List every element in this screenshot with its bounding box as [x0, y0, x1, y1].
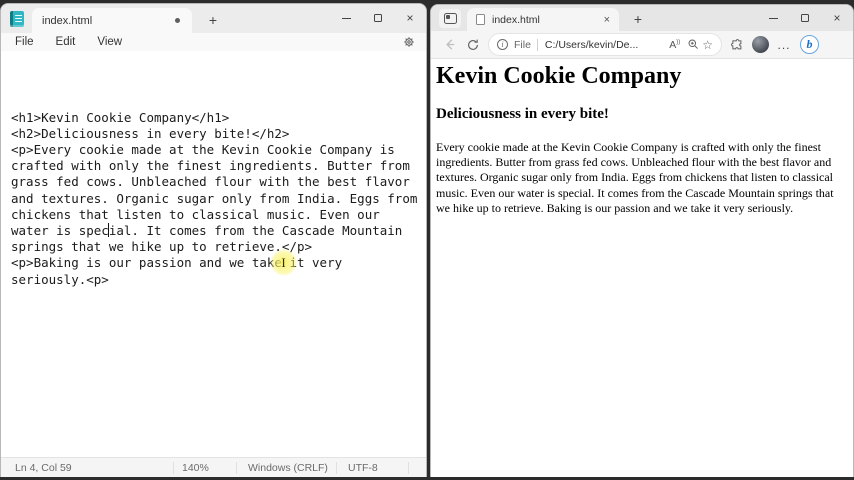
encoding-status[interactable]: UTF-8 — [348, 462, 378, 474]
code-line: <p>Every cookie made at the Kevin Cookie… — [11, 142, 395, 158]
tab-actions-menu-button[interactable] — [439, 9, 461, 28]
settings-menu-button[interactable]: ... — [772, 33, 796, 57]
page-subheading: Deliciousness in every bite! — [436, 106, 609, 122]
notepad-editor[interactable]: <h1>Kevin Cookie Company</h1> <h2>Delicio… — [1, 51, 426, 457]
address-separator — [536, 38, 538, 51]
code-line: and textures. Organic sugar only from In… — [11, 190, 418, 206]
minimize-button[interactable] — [757, 5, 789, 32]
info-icon[interactable]: i — [497, 39, 508, 50]
code-line: springs that we hike up to retrieve.</p> — [11, 239, 313, 255]
code-line: seriously.<p> — [11, 271, 109, 287]
file-scheme-badge: File — [514, 38, 531, 51]
close-button[interactable]: × — [394, 4, 426, 32]
maximize-icon — [801, 14, 809, 22]
notepad-app-icon — [10, 11, 24, 27]
cursor-position-status: Ln 4, Col 59 — [15, 462, 72, 474]
zoom-level-status[interactable]: 140% — [182, 462, 209, 474]
bing-chat-button[interactable]: b — [800, 35, 819, 54]
settings-gear-icon[interactable] — [401, 34, 417, 50]
notepad-tab-title: index.html — [42, 14, 93, 27]
refresh-icon — [468, 39, 478, 50]
close-icon: × — [833, 11, 841, 25]
code-line: water is special. It comes from the Casc… — [11, 223, 403, 239]
menu-view[interactable]: View — [97, 36, 122, 48]
code-line: <h1>Kevin Cookie Company</h1> — [11, 109, 230, 125]
notepad-new-tab-button[interactable]: + — [202, 9, 224, 31]
edge-window: index.html × + × i File C:/Users/kevin/D… — [430, 4, 854, 477]
favorites-star-icon[interactable]: ☆ — [702, 38, 713, 52]
edge-new-tab-button[interactable]: + — [627, 8, 649, 30]
code-line: <h2>Deliciousness in every bite!</h2> — [11, 125, 290, 141]
read-aloud-icon[interactable]: A)) — [669, 39, 680, 51]
tab-close-icon[interactable]: × — [601, 14, 613, 26]
status-separator — [336, 462, 337, 474]
line-ending-status[interactable]: Windows (CRLF) — [248, 462, 328, 474]
minimize-button[interactable] — [330, 4, 362, 32]
close-button[interactable]: × — [821, 5, 853, 32]
edge-toolbar: i File C:/Users/kevin/De... A)) ☆ ... b — [431, 31, 853, 59]
code-line: crafted with only the finest ingredients… — [11, 158, 410, 174]
menu-edit[interactable]: Edit — [56, 36, 76, 48]
refresh-button[interactable] — [461, 33, 485, 57]
notepad-tab-indexhtml[interactable]: index.html — [32, 8, 192, 33]
text-caret — [108, 223, 109, 237]
url-text[interactable]: C:/Users/kevin/De... — [545, 39, 665, 51]
code-line: chickens that listen to classical music.… — [11, 206, 380, 222]
edge-tab-title: index.html — [492, 13, 540, 26]
unsaved-indicator-icon — [175, 18, 180, 23]
code-line: grass fed cows. Unbleached flour with th… — [11, 174, 410, 190]
notepad-window: index.html + × File Edit View <h1>Kevin … — [0, 3, 427, 477]
page-document-icon — [476, 14, 485, 25]
notepad-statusbar: Ln 4, Col 59 140% Windows (CRLF) UTF-8 — [1, 457, 426, 477]
back-button[interactable] — [437, 33, 461, 57]
maximize-button[interactable] — [362, 4, 394, 32]
maximize-button[interactable] — [789, 5, 821, 32]
back-arrow-icon — [445, 39, 454, 50]
maximize-icon — [374, 14, 382, 22]
status-separator — [236, 462, 237, 474]
notepad-menubar: File Edit View — [1, 33, 426, 51]
page-paragraph: Every cookie made at the Kevin Cookie Co… — [436, 140, 834, 215]
address-bar[interactable]: i File C:/Users/kevin/De... A)) ☆ — [489, 34, 721, 55]
minimize-icon — [768, 17, 778, 19]
edge-tabstrip: index.html × + × — [431, 5, 853, 31]
page-heading: Kevin Cookie Company — [436, 63, 682, 89]
edge-window-controls: × — [757, 5, 853, 31]
status-separator — [173, 462, 174, 474]
code-line: <p>Baking is our passion and we take it … — [11, 255, 343, 271]
menu-file[interactable]: File — [15, 36, 34, 48]
tab-actions-icon — [443, 13, 457, 24]
zoom-indicator-icon[interactable] — [684, 33, 702, 57]
status-separator — [408, 462, 409, 474]
ellipsis-icon: ... — [777, 37, 791, 52]
minimize-icon — [341, 17, 351, 19]
notepad-titlebar: index.html + × — [1, 4, 426, 33]
notepad-window-controls: × — [330, 4, 426, 32]
profile-avatar[interactable] — [752, 36, 769, 53]
rendered-page: Kevin Cookie Company Deliciousness in ev… — [431, 59, 853, 477]
extensions-button[interactable] — [725, 33, 749, 57]
extensions-puzzle-icon — [731, 38, 742, 49]
edge-tab-indexhtml[interactable]: index.html × — [467, 8, 619, 31]
close-icon: × — [406, 11, 414, 25]
